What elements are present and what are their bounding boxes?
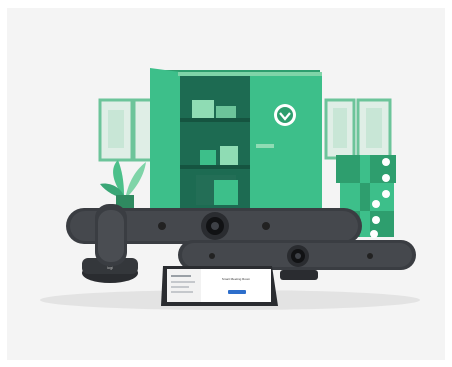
storage-cabinet xyxy=(150,68,322,212)
wall-frame-left xyxy=(98,98,156,162)
heart-shield-icon xyxy=(274,104,296,126)
product-scene: logi Smart Meeting Room xyxy=(40,68,420,310)
tablet-screen-title: Smart Meeting Room xyxy=(222,277,251,281)
tablet-controller: Smart Meeting Room xyxy=(161,266,278,306)
speaker-brand: logi xyxy=(107,265,113,270)
image-frame: logi Smart Meeting Room xyxy=(0,0,452,367)
potted-plant xyxy=(100,160,146,209)
wall-frame-right xyxy=(324,98,392,160)
